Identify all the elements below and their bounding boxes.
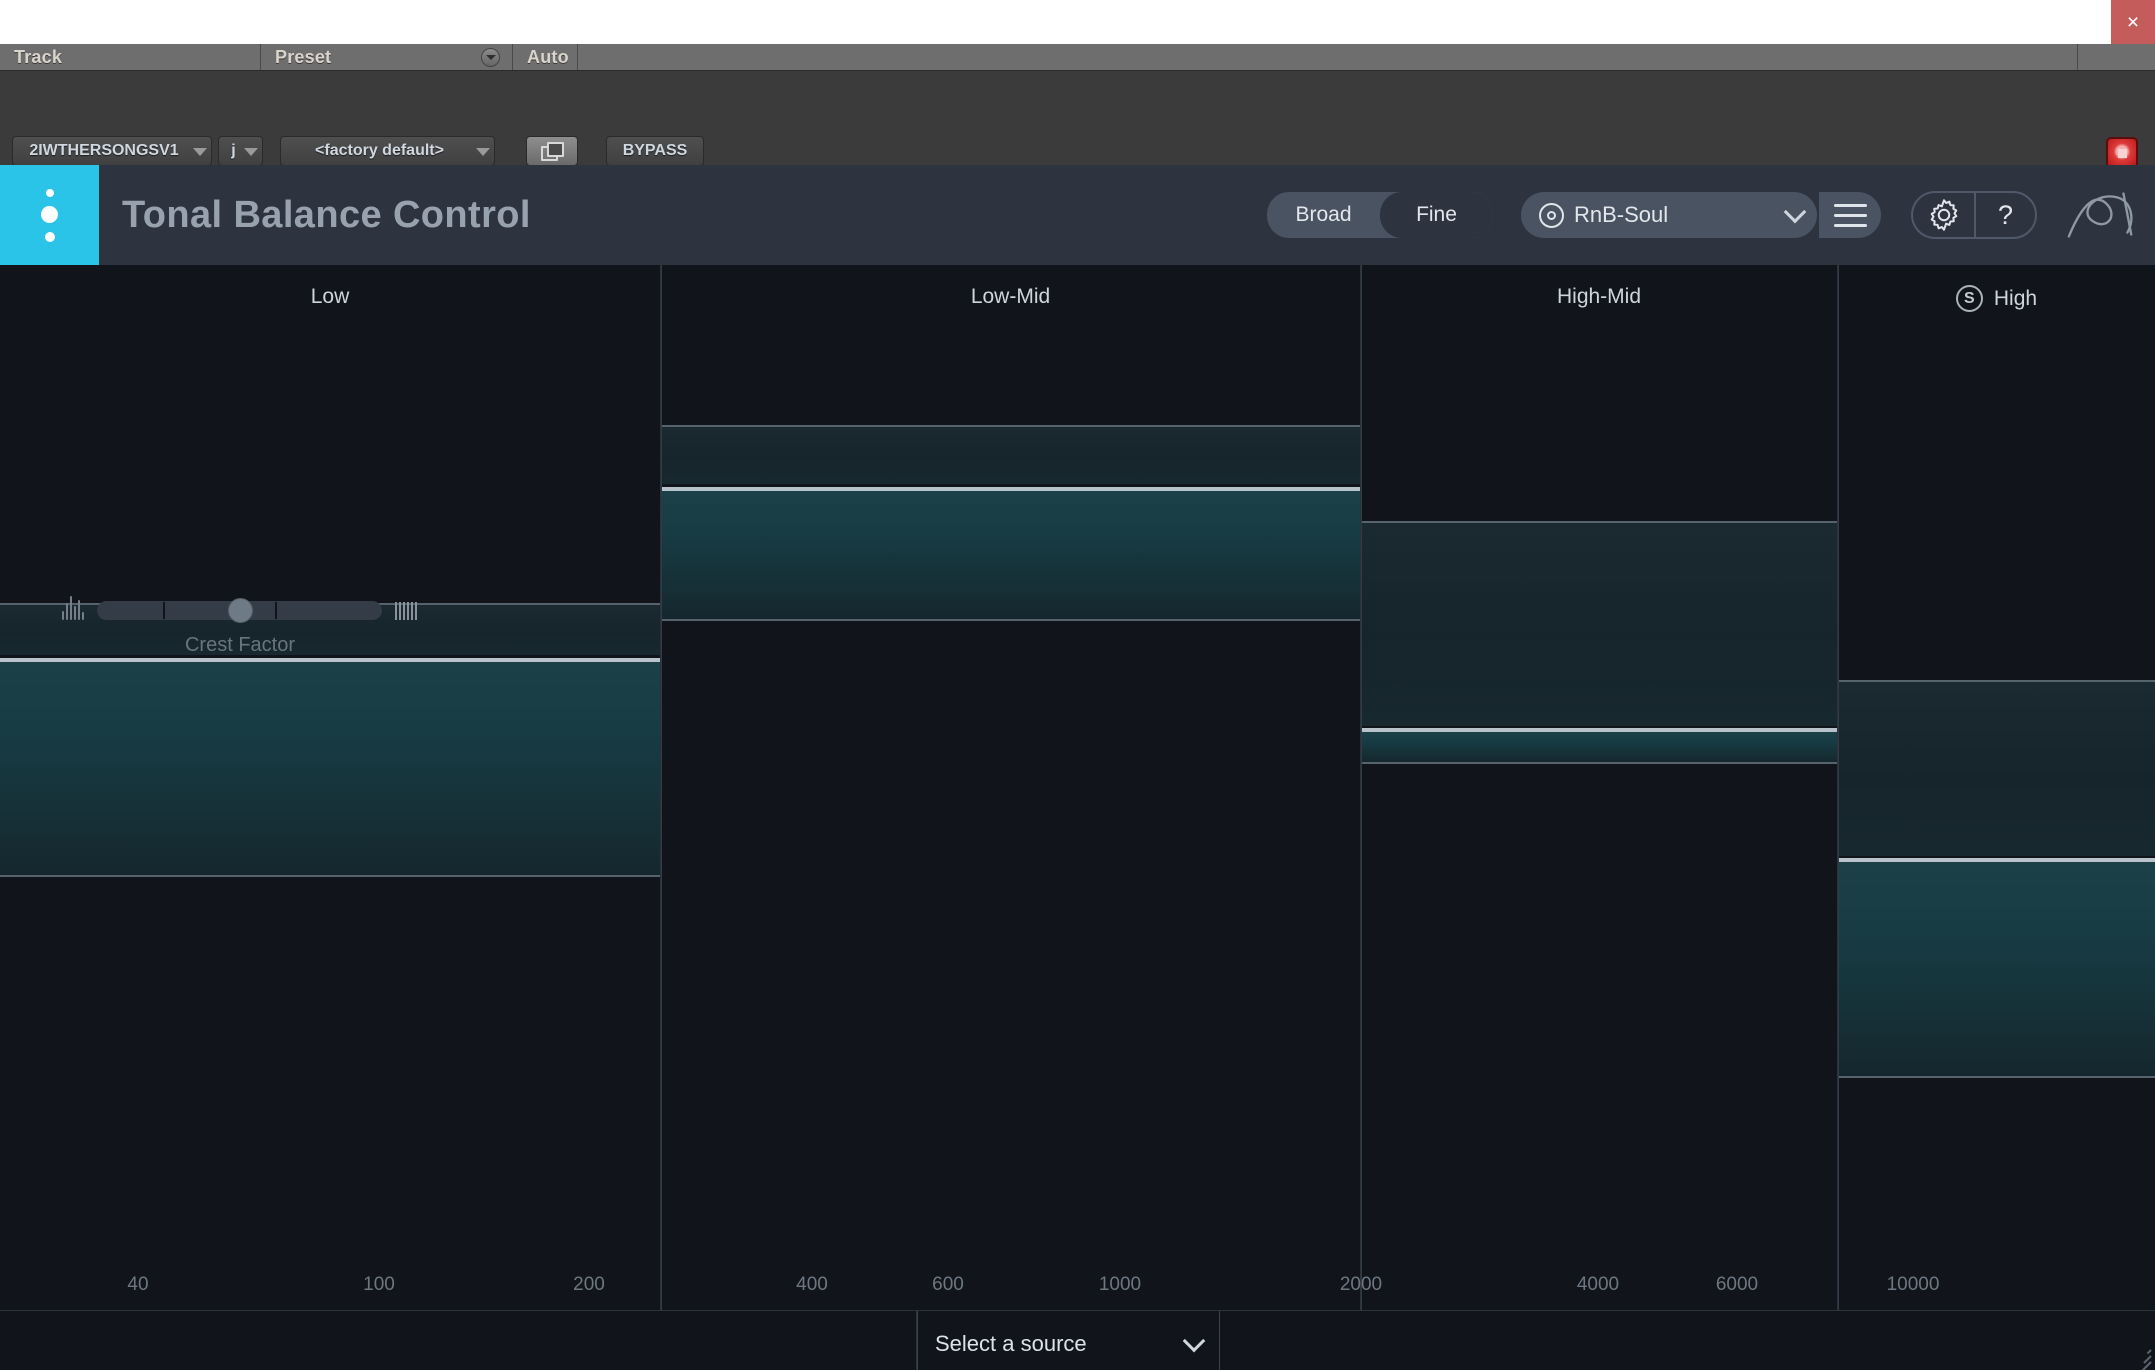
freq-tick: 4000 <box>1576 1274 1620 1295</box>
plugin-window: × Track Preset Auto 2IWTHERSONGSV1 j Ton… <box>0 0 2155 1370</box>
band-high-lower-zone <box>1838 862 2155 1078</box>
freq-tick: 2000 <box>1339 1274 1383 1295</box>
crest-factor-control[interactable]: Crest Factor <box>60 595 420 661</box>
freq-tick: 1000 <box>1098 1274 1142 1295</box>
source-select-label: Select a source <box>935 1331 1087 1356</box>
band-high-mid-upper-zone <box>1361 521 1837 726</box>
band-label-high: S High <box>1838 285 2155 312</box>
band-low-mid-upper-zone <box>661 425 1360 484</box>
band-high-solo-button[interactable]: S <box>1955 285 1983 312</box>
band-high-text: High <box>1993 286 2038 310</box>
question-mark-icon: ? <box>1997 199 2014 230</box>
tonal-balance-analyzer[interactable]: Low Low-Mid High-Mid S High Crest Factor… <box>0 265 2155 1310</box>
waveform-dense-icon <box>394 597 420 623</box>
band-low-mid-lower-zone <box>661 491 1360 621</box>
window-titlebar: × <box>0 0 2155 44</box>
page-title: Tonal Balance Control <box>122 193 531 236</box>
freq-tick: 40 <box>127 1274 149 1295</box>
host-header-preset: Preset <box>261 44 513 70</box>
band-label-high-mid: High-Mid <box>1361 285 1837 309</box>
izotope-squiggle-logo <box>2067 192 2133 238</box>
freq-tick: 10000 <box>1886 1274 1940 1295</box>
view-mode-fine[interactable]: Fine <box>1380 192 1493 238</box>
host-header-spacer <box>578 44 2078 70</box>
gear-icon <box>1930 199 1957 231</box>
host-header-track: Track <box>0 44 261 70</box>
band-high[interactable]: S High <box>1838 265 2155 1310</box>
host-header-preset-label: Preset <box>275 46 332 67</box>
chevron-down-icon <box>193 148 207 156</box>
host-header-auto: Auto <box>513 44 578 70</box>
crest-factor-slider-row <box>60 595 420 625</box>
bottom-bar-left <box>0 1311 917 1370</box>
band-high-upper-zone <box>1838 680 2155 856</box>
host-header-spacer-right <box>2078 44 2155 70</box>
view-mode-broad[interactable]: Broad <box>1267 192 1380 238</box>
source-select-dropdown[interactable]: Select a source <box>917 1320 1220 1368</box>
preset-name-dropdown[interactable]: <factory default> <box>280 136 495 166</box>
band-high-mid-lower-zone <box>1361 732 1837 764</box>
host-header-strip: Track Preset Auto <box>0 44 2155 71</box>
target-curve-dropdown[interactable]: RnB-Soul <box>1521 192 1817 238</box>
target-icon <box>1539 202 1564 228</box>
band-divider <box>1361 265 1362 1310</box>
band-high-mid-text: High-Mid <box>1556 285 1642 308</box>
freq-tick: 6000 <box>1715 1274 1759 1295</box>
automation-write-icon <box>541 142 564 161</box>
help-button[interactable]: ? <box>1974 191 2037 239</box>
hamburger-menu-icon[interactable] <box>1819 192 1881 238</box>
bypass-button[interactable]: BYPASS <box>606 136 704 166</box>
track-name-label: 2IWTHERSONGSV1 <box>29 142 179 159</box>
automation-write-button[interactable] <box>526 136 578 166</box>
close-window-button[interactable]: × <box>2111 0 2155 44</box>
plugin-header: Tonal Balance Control Broad Fine RnB-Sou… <box>0 165 2155 265</box>
band-low[interactable]: Low <box>0 265 661 1310</box>
target-curve-label: RnB-Soul <box>1574 202 1669 227</box>
izotope-dots-logo <box>0 165 99 265</box>
preset-menu-caret-icon[interactable] <box>481 48 500 67</box>
frequency-axis: 40 100 200 400 600 1000 2000 4000 6000 1… <box>0 1254 2155 1310</box>
band-low-lower-zone <box>0 662 660 877</box>
freq-tick: 200 <box>573 1274 605 1295</box>
band-label-low-mid: Low-Mid <box>661 285 1360 309</box>
track-slot-dropdown[interactable]: j <box>218 136 263 166</box>
header-controls: Broad Fine RnB-Soul ? <box>1267 165 2145 265</box>
freq-tick: 400 <box>796 1274 828 1295</box>
band-label-low: Low <box>0 285 660 309</box>
chevron-down-icon <box>244 148 258 156</box>
track-name-dropdown[interactable]: 2IWTHERSONGSV1 <box>12 136 212 166</box>
band-divider <box>1838 265 1839 1310</box>
freq-tick: 600 <box>932 1274 964 1295</box>
preset-name-label: <factory default> <box>315 142 444 159</box>
view-mode-segmented-control: Broad Fine <box>1267 192 1493 238</box>
bottom-bar-right <box>1220 1311 2155 1370</box>
daw-plugin-host-bar: Track Preset Auto 2IWTHERSONGSV1 j Tonal… <box>0 44 2155 202</box>
crest-factor-slider[interactable] <box>97 597 382 623</box>
chevron-down-icon <box>476 148 490 156</box>
band-divider <box>661 265 662 1310</box>
freq-tick: 100 <box>363 1274 395 1295</box>
waveform-dynamic-icon <box>60 596 86 623</box>
track-slot-label: j <box>231 142 236 159</box>
band-low-mid-text: Low-Mid <box>970 285 1051 308</box>
band-high-mid[interactable]: High-Mid <box>1361 265 1838 1310</box>
band-low-mid[interactable]: Low-Mid <box>661 265 1361 1310</box>
settings-button[interactable] <box>1911 191 1974 239</box>
band-low-text: Low <box>310 285 350 308</box>
chevron-down-icon <box>1783 200 1807 223</box>
crest-factor-label: Crest Factor <box>184 634 296 656</box>
resize-grip[interactable] <box>2131 1347 2152 1370</box>
chevron-down-icon <box>1182 1329 1206 1352</box>
crest-factor-slider-handle[interactable] <box>227 597 253 623</box>
